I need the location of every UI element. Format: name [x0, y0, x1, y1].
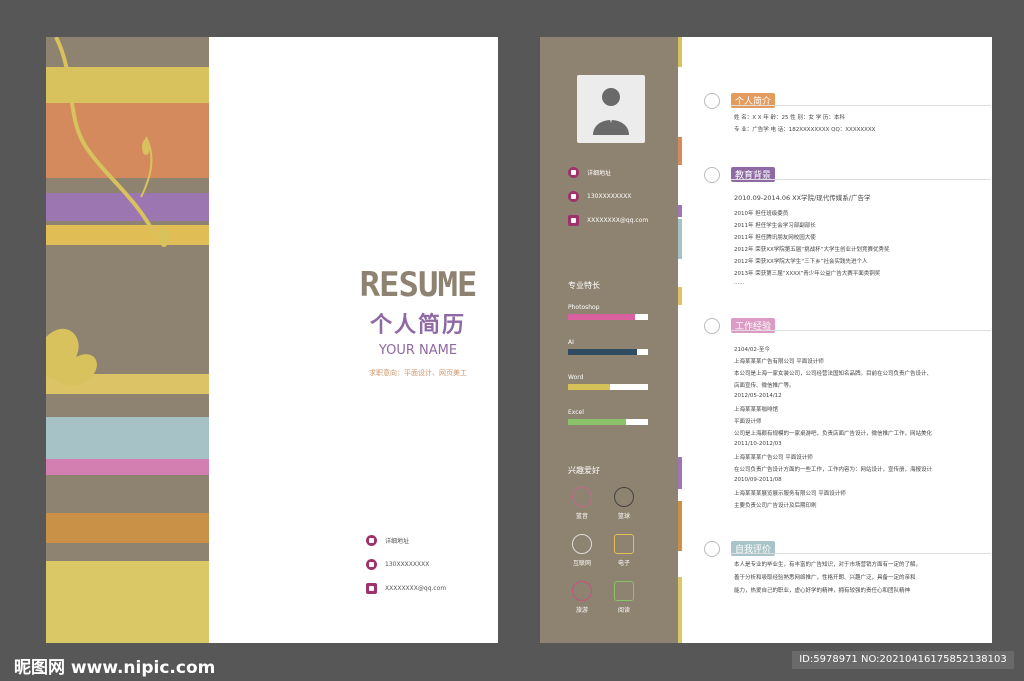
- skill-bar-fill: [568, 349, 637, 355]
- skill-bar: [568, 349, 648, 355]
- electronics-icon: [614, 534, 634, 554]
- work-line: 2010/09-2011/08: [734, 477, 782, 483]
- sidebar-email: XXXXXXXX@qq.com: [568, 215, 648, 226]
- reading-icon: [614, 581, 634, 601]
- work-line: 本公司是上海一家女装公司，公司经营法国知名品牌。目前在公司负责广告设计、: [734, 371, 933, 377]
- work-line: 2011/10-2012/03: [734, 441, 782, 447]
- skill-name: Photoshop: [568, 304, 600, 311]
- work-line: 主要负责公司广告设计及后期印刷: [734, 503, 817, 509]
- work-line: 在公司负责广告设计方面的一些工作，工作内容为：网站设计，宣传册，海报设计: [734, 467, 933, 473]
- image-id-label: ID:5978971 NO:20210416175852138103: [792, 651, 1014, 669]
- sidebar: 详细地址 130XXXXXXXX XXXXXXXX@qq.com 专业特长 Ph…: [540, 37, 678, 643]
- floral-vine-icon: [46, 37, 169, 386]
- education-line: 2011年 担任腾讯朋友网校园大使: [734, 235, 816, 241]
- work-line: 2012/05-2014/12: [734, 393, 782, 399]
- work-line: 上海某某某咖啡馆: [734, 407, 779, 413]
- sidebar-address: 详细地址: [568, 167, 611, 178]
- basketball-icon: [614, 487, 634, 507]
- skills-heading: 专业特长: [568, 281, 600, 290]
- skill-bar-fill: [568, 384, 611, 390]
- work-line: 2104/02-至今: [734, 347, 770, 353]
- mail-icon: [366, 583, 377, 594]
- sidebar-phone: 130XXXXXXXX: [568, 191, 631, 202]
- hobbies-heading: 兴趣爱好: [568, 466, 600, 475]
- cover-page: RESUME 个人简历 YOUR NAME 求职意向：平面设计、网页美工 详细地…: [46, 37, 498, 643]
- skill-bar-fill: [568, 314, 636, 320]
- education-line: 2012年 荣获XX学院第五届“挑战杯”大学生创业计划竞赛优秀奖: [734, 247, 890, 253]
- home-icon: [366, 535, 377, 546]
- person-icon: [593, 88, 629, 135]
- home-icon: [568, 167, 579, 178]
- education-header: 2010.09-2014.06 XX学院/现代传媒系/广告学: [734, 194, 871, 202]
- self-eval-section-icon: [704, 541, 720, 557]
- work-line: 店面宣传、微信推广等。: [734, 383, 795, 389]
- profile-line: 姓 名：X X 年 龄：25 性 别：女 学 历：本科: [734, 115, 846, 121]
- travel-icon: [572, 581, 592, 601]
- sidebar-address-text: 详细地址: [587, 170, 612, 177]
- cover-email: XXXXXXXX@qq.com: [366, 583, 446, 594]
- watermark-footer: 昵图网 www.nipic.com ID:5978971 NO:20210416…: [0, 643, 1024, 681]
- hobby-basketball: 篮球: [606, 487, 642, 520]
- work-line: 上海某某某广告公司 平面设计师: [734, 455, 813, 461]
- hobby-electronics: 电子: [606, 534, 642, 567]
- your-name: YOUR NAME: [378, 343, 458, 358]
- self-eval-line: 善于分析和吸取经验熟悉网络推广，性格开朗、兴趣广泛，具备一定的亲和: [734, 575, 916, 581]
- internet-icon: [572, 534, 592, 554]
- cover-email-text: XXXXXXXX@qq.com: [385, 585, 447, 592]
- education-section-icon: [704, 167, 720, 183]
- self-eval-line: 能力，热爱自己的职业，虚心好学的精神，拥有较强的责任心和团队精神: [734, 588, 911, 594]
- color-tick-strip: [678, 37, 682, 643]
- work-line: 上海某某某广告有限公司 平面设计师: [734, 359, 824, 365]
- job-intent: 求职意向：平面设计、网页美工: [369, 369, 467, 377]
- cover-address-text: 详细地址: [385, 538, 410, 545]
- hobby-internet: 互联网: [564, 534, 600, 567]
- resume-title-cn: 个人简历: [369, 313, 466, 338]
- mail-icon: [568, 215, 579, 226]
- hobby-travel: 旅游: [564, 581, 600, 614]
- education-line: 2013年 荣获第三届“XXXX”青少年公益广告大赛平面类铜奖: [734, 271, 881, 277]
- resume-title: RESUME: [359, 265, 478, 305]
- cover-phone: 130XXXXXXXX: [366, 559, 429, 570]
- skill-bar: [568, 384, 648, 390]
- cover-title-block: RESUME 个人简历 YOUR NAME 求职意向：平面设计、网页美工: [338, 265, 498, 378]
- cover-address: 详细地址: [366, 535, 409, 546]
- education-line: 2012年 荣获XX学院大学生“三下乡”社会实践先进个人: [734, 259, 868, 265]
- sidebar-phone-text: 130XXXXXXXX: [587, 193, 632, 200]
- nipic-logo: 昵图网 www.nipic.com: [14, 658, 216, 678]
- phone-icon: [568, 191, 579, 202]
- skill-name: AI: [568, 339, 574, 346]
- profile-section-icon: [704, 93, 720, 109]
- work-section-icon: [704, 318, 720, 334]
- work-line: 上海某某某展览展示服务有限公司 平面设计师: [734, 491, 846, 497]
- phone-icon: [366, 559, 377, 570]
- skill-name: Word: [568, 374, 584, 381]
- skill-name: Excel: [568, 409, 584, 416]
- skill-bar: [568, 419, 648, 425]
- education-line: 2011年 担任学生会学习部副部长: [734, 223, 816, 229]
- profile-line: 专 业：广告学 电 话：182XXXXXXXX QQ：XXXXXXXX: [734, 127, 876, 133]
- avatar-placeholder: [577, 75, 645, 143]
- cover-phone-text: 130XXXXXXXX: [385, 561, 430, 568]
- self-eval-line: 本人是专业的毕业生，有丰富的广告知识，对于市场营销方面有一定的了解，: [734, 562, 922, 568]
- music-icon: [572, 487, 592, 507]
- sidebar-email-text: XXXXXXXX@qq.com: [587, 217, 649, 224]
- hobby-reading: 阅读: [606, 581, 642, 614]
- resume-detail-page: 详细地址 130XXXXXXXX XXXXXXXX@qq.com 专业特长 Ph…: [540, 37, 992, 643]
- work-line: 公司是上海颇有规模的一家桌游吧，负责店面广告设计，微信推广工作，网站美化: [734, 431, 933, 437]
- decorative-stripes: [46, 37, 209, 643]
- education-line: 2010年 担任班级委员: [734, 211, 789, 217]
- work-line: 平面设计师: [734, 419, 762, 425]
- skill-bar: [568, 314, 648, 320]
- education-line: ......: [734, 280, 745, 286]
- skill-bar-fill: [568, 419, 626, 425]
- hobby-music: 篮音: [564, 487, 600, 520]
